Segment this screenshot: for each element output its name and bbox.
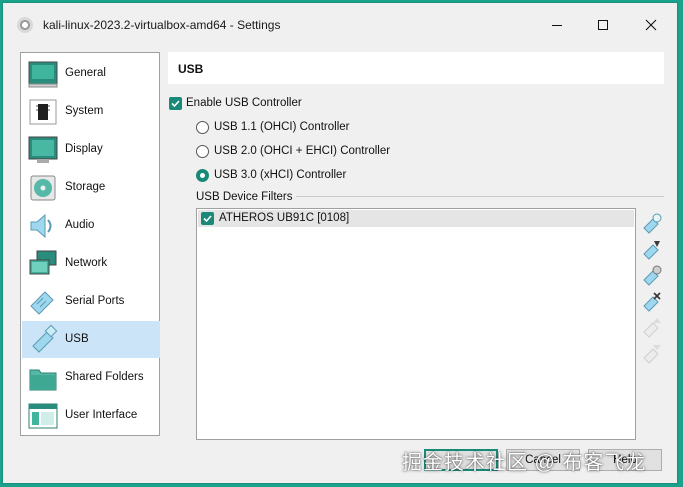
usb-filter-add-icon — [643, 213, 662, 234]
usb20-radio[interactable] — [196, 145, 209, 158]
move-filter-up-button[interactable] — [641, 316, 663, 338]
sidebar-item-shared-folders[interactable]: Shared Folders — [22, 359, 160, 396]
sidebar-item-label: Network — [65, 257, 108, 269]
edit-filter-button[interactable] — [641, 264, 663, 286]
network-icon — [29, 250, 57, 275]
sidebar-item-label: General — [65, 67, 106, 79]
general-icon — [28, 61, 58, 88]
serial-ports-icon — [30, 291, 54, 315]
close-button[interactable] — [631, 11, 671, 39]
sidebar-item-serial-ports[interactable]: Serial Ports — [22, 283, 160, 320]
usb-filter-edit-icon — [643, 265, 662, 286]
usb11-label[interactable]: USB 1.1 (OHCI) Controller — [214, 121, 349, 133]
enable-usb-checkbox[interactable] — [169, 97, 182, 110]
sidebar-item-storage[interactable]: Storage — [22, 169, 160, 206]
sidebar-item-user-interface[interactable]: User Interface — [22, 397, 160, 434]
checkmark-icon — [203, 215, 212, 223]
maximize-button[interactable] — [583, 11, 623, 39]
usb-device-filters-label: USB Device Filters — [196, 191, 293, 203]
maximize-icon — [598, 20, 608, 30]
sidebar-item-audio[interactable]: Audio — [22, 207, 160, 244]
virtualbox-app-icon — [17, 17, 33, 33]
usb11-radio[interactable] — [196, 121, 209, 134]
sidebar-item-label: Display — [65, 143, 103, 155]
sidebar-item-usb[interactable]: USB — [22, 321, 160, 358]
usb-filter-move-down-icon — [643, 345, 661, 364]
minimize-icon — [552, 25, 562, 26]
display-icon — [28, 136, 58, 163]
system-icon — [29, 99, 57, 125]
title-bar[interactable]: kali-linux-2023.2-virtualbox-amd64 - Set… — [3, 3, 677, 45]
usb30-radio[interactable] — [196, 169, 209, 182]
move-filter-down-button[interactable] — [641, 342, 663, 364]
sidebar-item-label: USB — [65, 333, 89, 345]
sidebar-item-display[interactable]: Display — [22, 131, 160, 168]
usb30-label[interactable]: USB 3.0 (xHCI) Controller — [214, 169, 346, 181]
filter-name: ATHEROS UB91C [0108] — [219, 212, 350, 224]
add-filter-from-device-button[interactable] — [641, 238, 663, 260]
user-interface-icon — [28, 403, 58, 429]
sidebar-item-network[interactable]: Network — [22, 245, 160, 282]
usb-settings-page: USB Enable USB Controller USB 1.1 (OHCI)… — [168, 52, 668, 440]
usb-filter-move-up-icon — [643, 318, 661, 338]
enable-usb-label[interactable]: Enable USB Controller — [186, 97, 302, 109]
shared-folders-icon — [29, 369, 57, 391]
usb-icon — [32, 324, 58, 353]
settings-window: kali-linux-2023.2-virtualbox-amd64 - Set… — [2, 2, 678, 484]
usb-filter-add-device-icon — [643, 241, 660, 260]
settings-sidebar: General System Display Storage Audio Net… — [20, 52, 160, 436]
remove-filter-button[interactable] — [641, 290, 663, 312]
add-empty-filter-button[interactable] — [641, 212, 663, 234]
close-icon — [645, 19, 657, 31]
minimize-button[interactable] — [537, 11, 577, 39]
sidebar-item-label: Audio — [65, 219, 95, 231]
group-divider — [296, 196, 664, 197]
sidebar-item-label: Serial Ports — [65, 295, 125, 307]
audio-icon — [30, 213, 52, 239]
sidebar-item-label: Storage — [65, 181, 106, 193]
list-item[interactable]: ATHEROS UB91C [0108] — [198, 210, 634, 227]
storage-icon — [30, 175, 56, 201]
sidebar-item-label: User Interface — [65, 409, 138, 421]
sidebar-item-general[interactable]: General — [22, 55, 160, 92]
usb20-label[interactable]: USB 2.0 (OHCI + EHCI) Controller — [214, 145, 390, 157]
watermark-text: 掘金技术社区 @ 布客飞龙 — [402, 452, 647, 474]
sidebar-item-label: System — [65, 105, 104, 117]
checkmark-icon — [171, 100, 180, 108]
usb-filter-remove-icon — [643, 292, 661, 312]
usb-filter-list[interactable]: ATHEROS UB91C [0108] — [196, 208, 636, 440]
sidebar-item-system[interactable]: System — [22, 93, 160, 130]
sidebar-item-label: Shared Folders — [65, 371, 144, 383]
page-title: USB — [178, 62, 204, 76]
section-header: USB — [168, 52, 664, 84]
window-title: kali-linux-2023.2-virtualbox-amd64 - Set… — [43, 18, 281, 32]
filter-enabled-checkbox[interactable] — [201, 212, 214, 225]
